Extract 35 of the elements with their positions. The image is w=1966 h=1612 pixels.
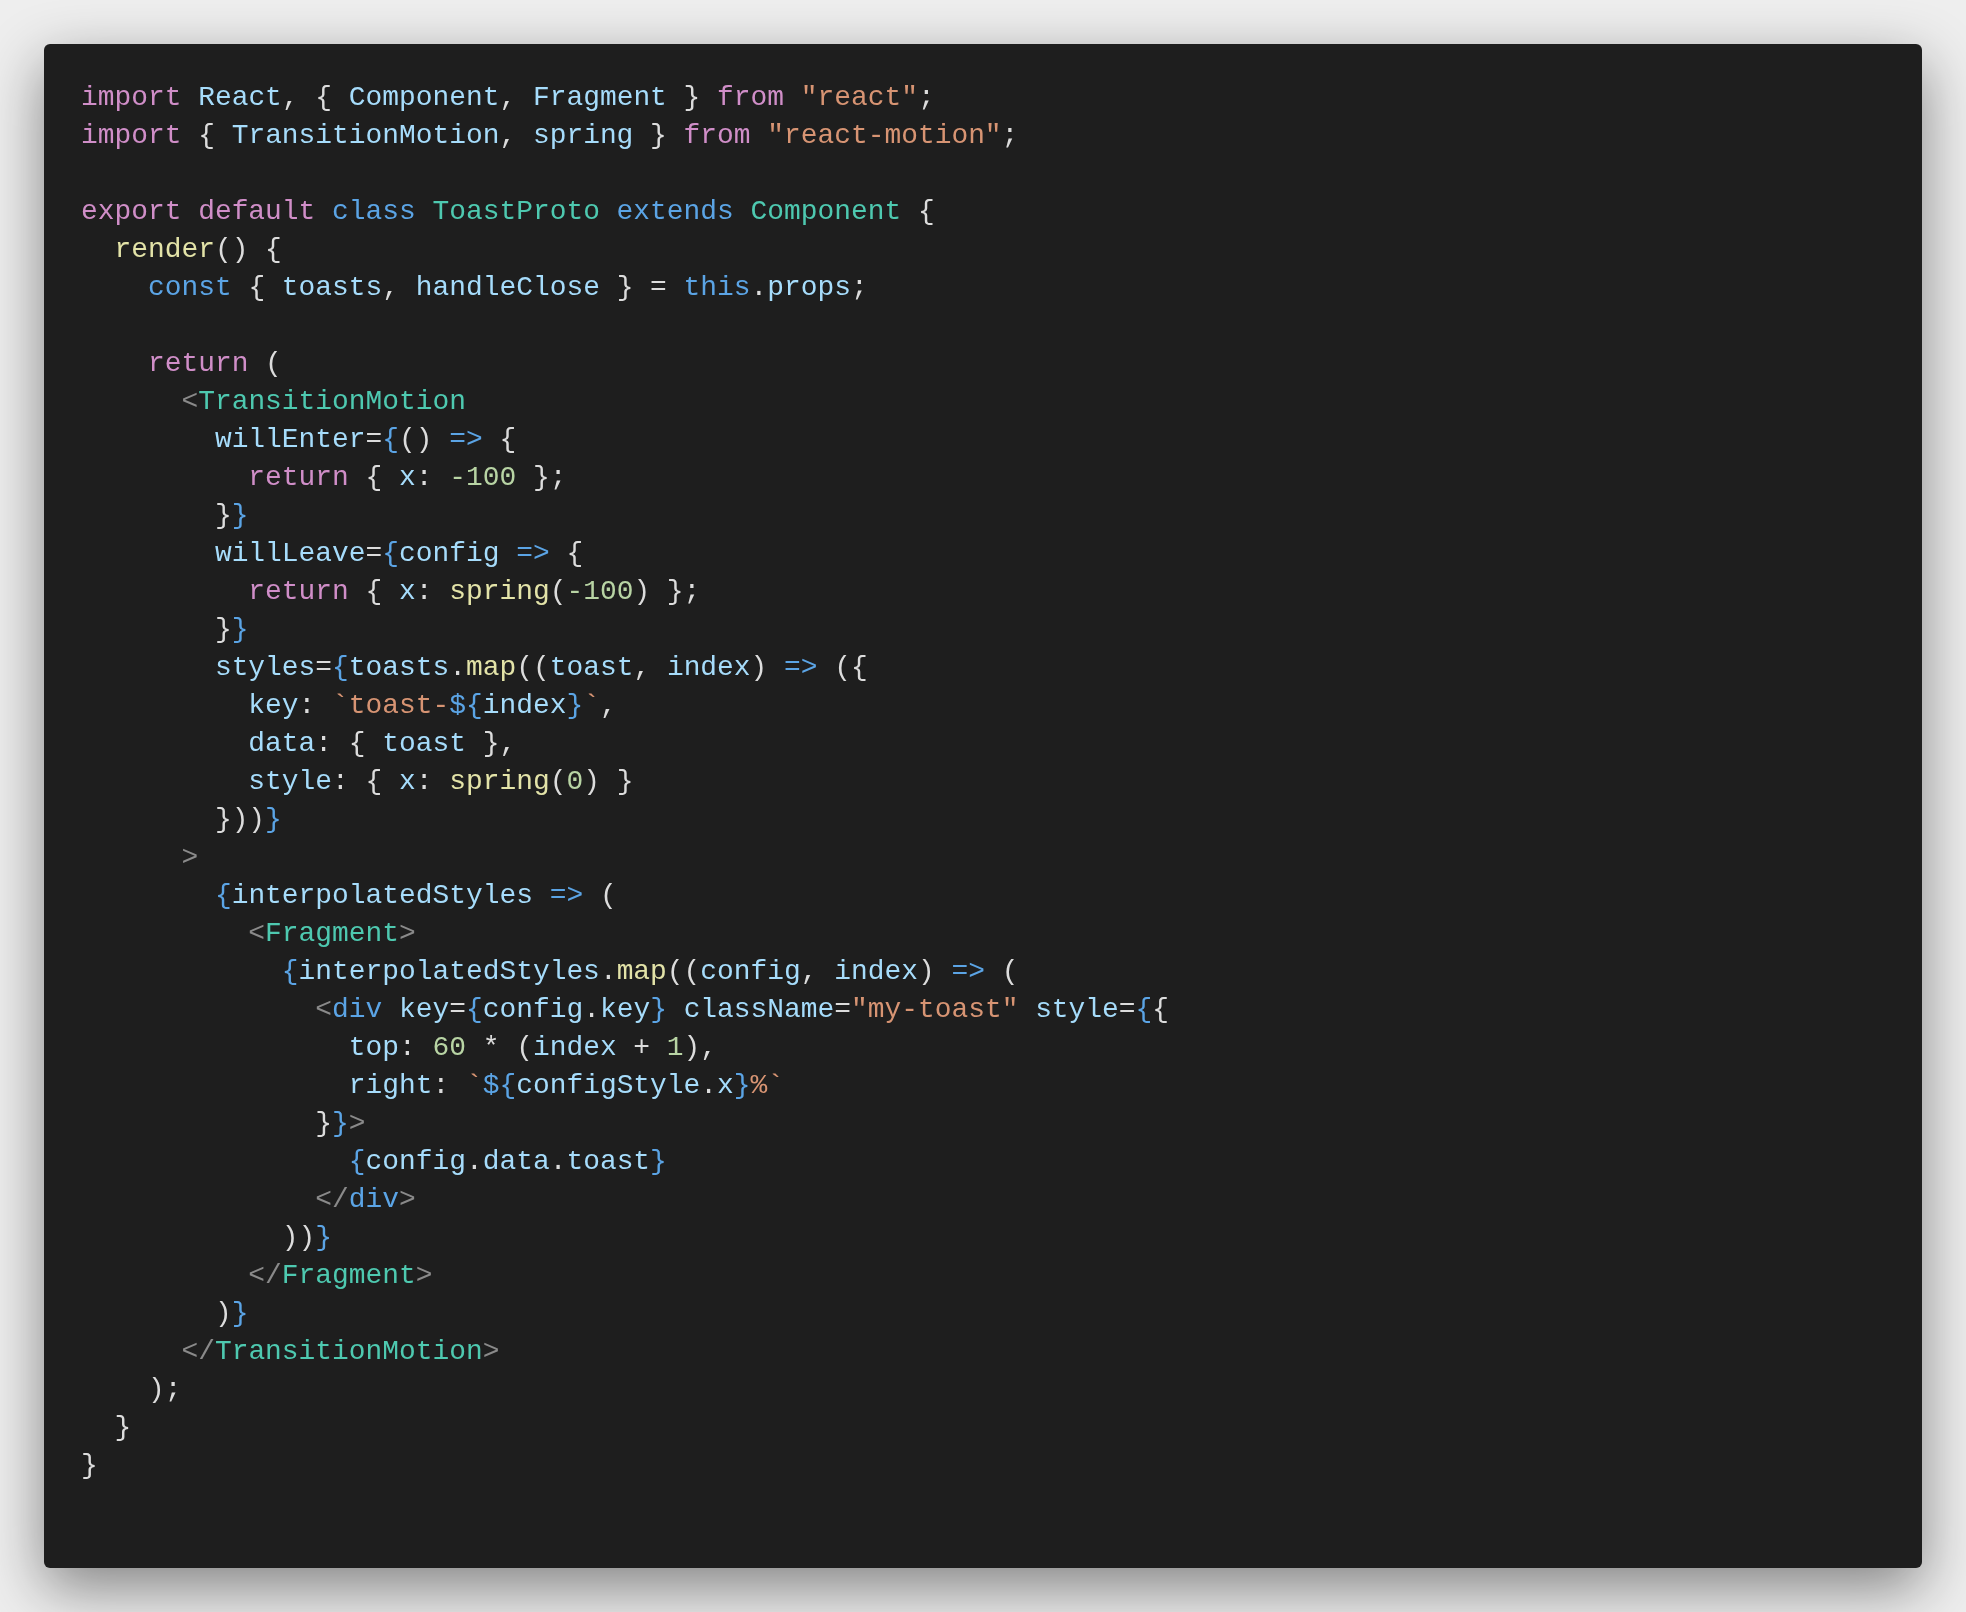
- code-line: }}: [213, 500, 249, 531]
- code-line: {interpolatedStyles.map((config, index) => (: [280, 956, 1019, 987]
- code-line: return (: [146, 348, 282, 379]
- code-line: top: 60 * (index + 1),: [347, 1032, 718, 1063]
- code-line: {config.data.toast}: [347, 1146, 667, 1177]
- code-line: render() {: [113, 234, 282, 265]
- code-line: }: [81, 1450, 98, 1481]
- code-line: }: [113, 1412, 132, 1443]
- code-line: {interpolatedStyles => (: [213, 880, 617, 911]
- code-line: )}: [213, 1298, 249, 1329]
- code-line: export default class ToastProto extends Component {: [81, 196, 935, 227]
- code-line: <TransitionMotion: [180, 386, 466, 417]
- code-line: willEnter={() => {: [213, 424, 517, 455]
- code-line: styles={toasts.map((toast, index) => ({: [213, 652, 868, 683]
- code-line: return { x: -100 };: [247, 462, 567, 493]
- code-line: </Fragment>: [247, 1260, 433, 1291]
- code-line: <Fragment>: [247, 918, 416, 949]
- code-line: }}: [213, 614, 249, 645]
- code-line: }))}: [213, 804, 282, 835]
- code-line: return { x: spring(-100) };: [247, 576, 701, 607]
- code-line: right: `${configStyle.x}%`: [347, 1070, 785, 1101]
- code-line: willLeave={config => {: [213, 538, 584, 569]
- code-line: <div key={config.key} className="my-toast" style={{: [314, 994, 1170, 1025]
- code-line: key: `toast-${index}`,: [247, 690, 617, 721]
- code-line: }}>: [314, 1108, 366, 1139]
- code-line: data: { toast },: [247, 728, 517, 759]
- code-line: import React, { Component, Fragment } from "react";: [81, 82, 935, 113]
- code-line: import { TransitionMotion, spring } from "react-motion";: [81, 120, 1019, 151]
- code-line: const { toasts, handleClose } = this.props;: [146, 272, 868, 303]
- code-line: </TransitionMotion>: [180, 1336, 500, 1367]
- code-line: ))}: [280, 1222, 333, 1253]
- code-line: style: { x: spring(0) }: [247, 766, 634, 797]
- code-line: );: [146, 1374, 182, 1405]
- code-line: </div>: [314, 1184, 416, 1215]
- code-line: >: [180, 842, 199, 873]
